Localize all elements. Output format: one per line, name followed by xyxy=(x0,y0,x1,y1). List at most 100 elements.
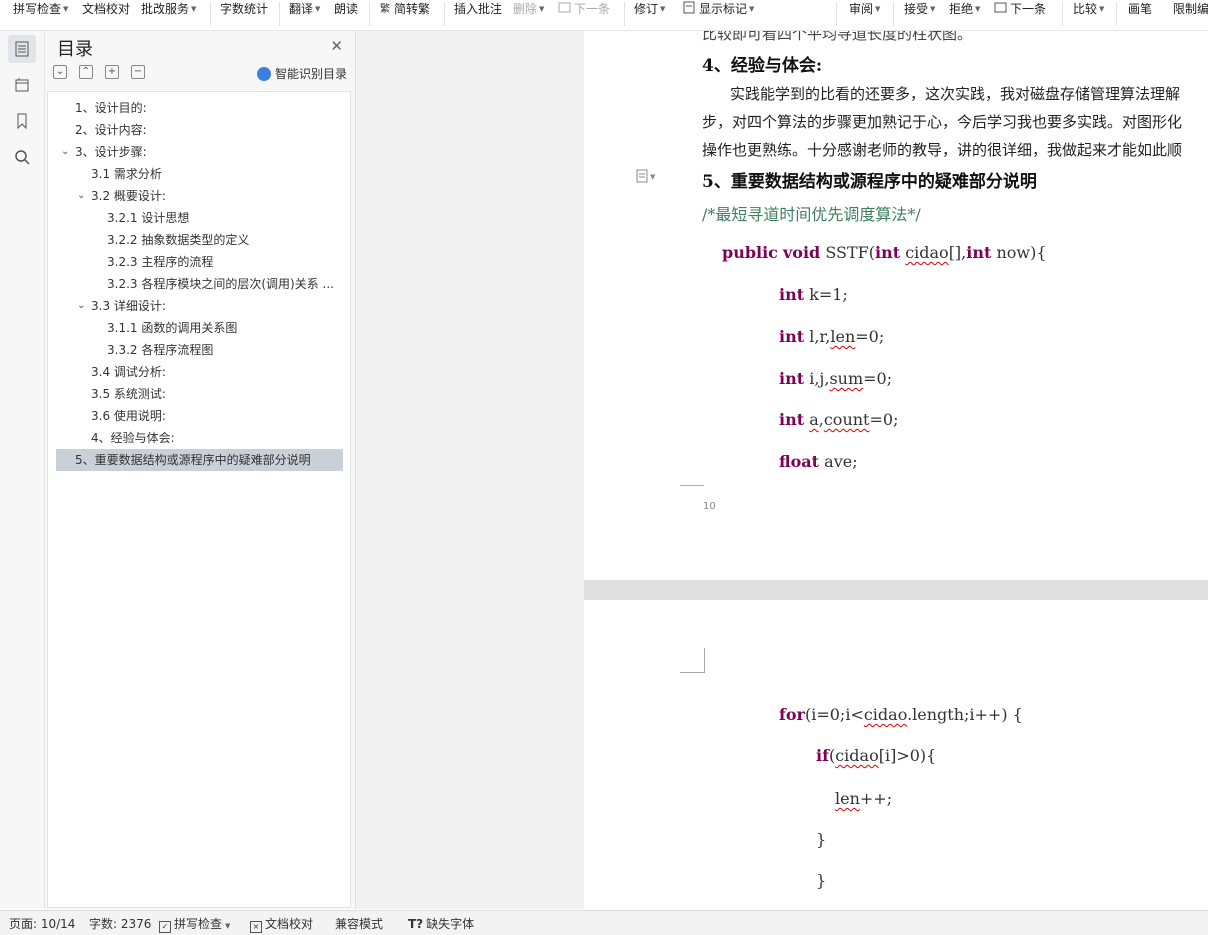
chevron-down-icon[interactable]: ⌄ xyxy=(77,185,87,207)
doc-proofread-button[interactable]: 文档校对 xyxy=(82,0,130,18)
code-line: for(i=0;i<cidao.length;i++) { xyxy=(779,705,1023,724)
workspace-background xyxy=(356,31,584,909)
toc-rail-button[interactable] xyxy=(8,35,36,63)
collapse-up-icon[interactable]: ⌃ xyxy=(79,65,93,79)
doc-paragraph: 步，对四个算法的步骤更加熟记于心，今后学习我也要多实践。对图形化 xyxy=(702,113,1183,131)
bookmark-icon xyxy=(17,113,27,129)
toc-item[interactable]: 3.2.1 设计思想 xyxy=(48,207,348,229)
chapter-rail-button[interactable] xyxy=(8,71,36,99)
search-rail-button[interactable] xyxy=(8,143,36,171)
delete-comment-button[interactable]: 删除 ▼ xyxy=(513,0,544,18)
toc-list: 1、设计目的: 2、设计内容: ⌄ 3、设计步骤: 3.1 需求分析 ⌄ 3.2 概… xyxy=(47,91,351,908)
toc-item[interactable]: 2、设计内容: xyxy=(48,119,348,141)
reject-button[interactable]: 拒绝 ▼ xyxy=(949,0,980,18)
plus-icon[interactable]: + xyxy=(105,65,119,79)
page-indicator[interactable]: 页面: 10/14 xyxy=(9,915,75,932)
word-count-button[interactable]: 字数统计 xyxy=(220,0,268,18)
toc-item[interactable]: 3.2.3 各程序模块之间的层次(调用)关系 ... xyxy=(48,273,348,295)
toolbar-divider xyxy=(444,2,445,26)
spell-check-button[interactable]: 拼写检查 ▼ xyxy=(13,0,68,18)
chapter-icon xyxy=(15,78,29,92)
svg-text:▼: ▼ xyxy=(650,173,656,181)
toolbar-divider xyxy=(836,2,837,26)
doc-heading: 4、经验与体会: xyxy=(702,56,823,76)
toc-item[interactable]: 3.6 使用说明: xyxy=(48,405,348,427)
code-line: int l,r,len=0; xyxy=(779,327,885,346)
toc-item-selected[interactable]: 5、重要数据结构或源程序中的疑难部分说明 xyxy=(56,449,343,471)
code-line: public void SSTF(int cidao[],int now){ xyxy=(722,243,1047,262)
chevron-down-icon[interactable]: ⌄ xyxy=(77,295,87,317)
toc-item[interactable]: 3.1 需求分析 xyxy=(48,163,348,185)
smart-toc-button[interactable]: 智能识别目录 xyxy=(256,65,347,82)
toc-item[interactable]: ⌄ 3.2 概要设计: xyxy=(48,185,348,207)
insert-comment-button[interactable]: 插入批注 xyxy=(454,0,502,18)
doc-paragraph: 操作也更熟练。十分感谢老师的教导，讲的很详细，我做起来才能如此顺 xyxy=(702,141,1183,159)
accept-button[interactable]: 接受 ▼ xyxy=(904,0,935,18)
translate-button[interactable]: 翻译 ▼ xyxy=(289,0,320,18)
page-number: 10 xyxy=(703,501,716,512)
svg-text:繁: 繁 xyxy=(380,2,390,15)
page-corner-mark xyxy=(680,485,704,510)
toc-item[interactable]: ⌄ 3.3 详细设计: xyxy=(48,295,348,317)
toolbar-divider xyxy=(1116,2,1117,26)
toc-item[interactable]: 3.3.2 各程序流程图 xyxy=(48,339,348,361)
next-change-icon xyxy=(994,2,1007,13)
code-line: int k=1; xyxy=(779,285,848,304)
toc-item[interactable]: 3.2.3 主程序的流程 xyxy=(48,251,348,273)
doc-paragraph: 实践能学到的比看的还要多，这次实践，我对磁盘存储管理算法理解 xyxy=(730,85,1181,103)
doc-heading: 5、重要数据结构或源程序中的疑难部分说明 xyxy=(702,172,1037,192)
toc-icon xyxy=(15,41,29,57)
word-count[interactable]: 字数: 2376 xyxy=(89,915,151,932)
compat-mode[interactable]: 兼容模式 xyxy=(335,915,383,932)
doc-line: 比较即可看四个平均寻道长度的柱状图。 xyxy=(702,31,973,43)
toc-tools: ⌄ ⌃ + − xyxy=(53,65,145,79)
toc-item[interactable]: ⌄ 3、设计步骤: xyxy=(48,141,348,163)
track-changes-button[interactable]: 修订 ▼ xyxy=(634,0,665,18)
next-change-button[interactable]: 下一条 xyxy=(994,0,1046,18)
expand-down-icon[interactable]: ⌄ xyxy=(53,65,67,79)
toc-item[interactable]: 3.2.2 抽象数据类型的定义 xyxy=(48,229,348,251)
chevron-down-icon[interactable]: ⌄ xyxy=(61,141,71,163)
code-line: float ave; xyxy=(779,452,858,471)
review-toolbar: 拼写检查 ▼ 文档校对 批改服务 ▼ 字数统计 翻译 ▼ 朗读 繁简转繁 插入批注 删… xyxy=(0,0,1208,31)
toc-panel: 目录 ✕ ⌄ ⌃ + − 智能识别目录 1、设计目的: 2、设计内容: ⌄ 3、设… xyxy=(45,31,356,909)
search-icon xyxy=(15,150,30,165)
pen-button[interactable]: 画笔 xyxy=(1128,0,1152,18)
toc-item[interactable]: 4、经验与体会: xyxy=(48,427,348,449)
code-line: len++; xyxy=(835,789,893,808)
code-line: int i,j,sum=0; xyxy=(779,369,893,388)
toolbar-divider xyxy=(893,2,894,26)
code-line: if(cidao[i]>0){ xyxy=(816,746,937,765)
missing-font[interactable]: T? 缺失字体 xyxy=(408,915,474,932)
next-comment-icon xyxy=(558,2,571,13)
minus-icon[interactable]: − xyxy=(131,65,145,79)
toolbar-divider xyxy=(1062,2,1063,26)
smart-toc-icon xyxy=(256,66,271,81)
document-page: 比较即可看四个平均寻道长度的柱状图。 4、经验与体会: 实践能学到的比看的还要多… xyxy=(584,31,1208,580)
page-gap xyxy=(584,580,1208,600)
toolbar-divider xyxy=(624,2,625,26)
status-bar: 页面: 10/14 字数: 2376 ✓ 拼写检查 ▼ × 文档校对 兼容模式 T? 缺… xyxy=(0,910,1208,935)
read-aloud-button[interactable]: 朗读 xyxy=(334,0,358,18)
bookmark-rail-button[interactable] xyxy=(8,107,36,135)
correction-service-button[interactable]: 批改服务 ▼ xyxy=(141,0,196,18)
code-line: } xyxy=(816,871,827,890)
toc-item[interactable]: 1、设计目的: xyxy=(48,97,348,119)
simplified-to-traditional-button[interactable]: 繁简转繁 xyxy=(380,0,430,18)
paragraph-marker-icon[interactable]: ▼ xyxy=(636,169,658,186)
restrict-editing-button[interactable]: 限制编 xyxy=(1173,0,1208,18)
next-comment-button[interactable]: 下一条 xyxy=(558,0,610,18)
toc-item[interactable]: 3.1.1 函数的调用关系图 xyxy=(48,317,348,339)
status-spell-check[interactable]: ✓ 拼写检查 ▼ xyxy=(159,915,230,933)
review-button[interactable]: 审阅 ▼ xyxy=(849,0,880,18)
show-markup-button[interactable]: 显示标记 ▼ xyxy=(683,0,754,18)
toolbar-divider xyxy=(279,2,280,26)
close-icon[interactable]: ✕ xyxy=(330,37,343,55)
toc-item[interactable]: 3.5 系统测试: xyxy=(48,383,348,405)
markup-icon xyxy=(683,1,695,14)
toc-item[interactable]: 3.4 调试分析: xyxy=(48,361,348,383)
compare-button[interactable]: 比较 ▼ xyxy=(1073,0,1104,18)
code-line: } xyxy=(816,830,827,849)
code-comment: /*最短寻道时间优先调度算法*/ xyxy=(702,205,921,224)
status-proofread[interactable]: × 文档校对 xyxy=(250,915,313,933)
